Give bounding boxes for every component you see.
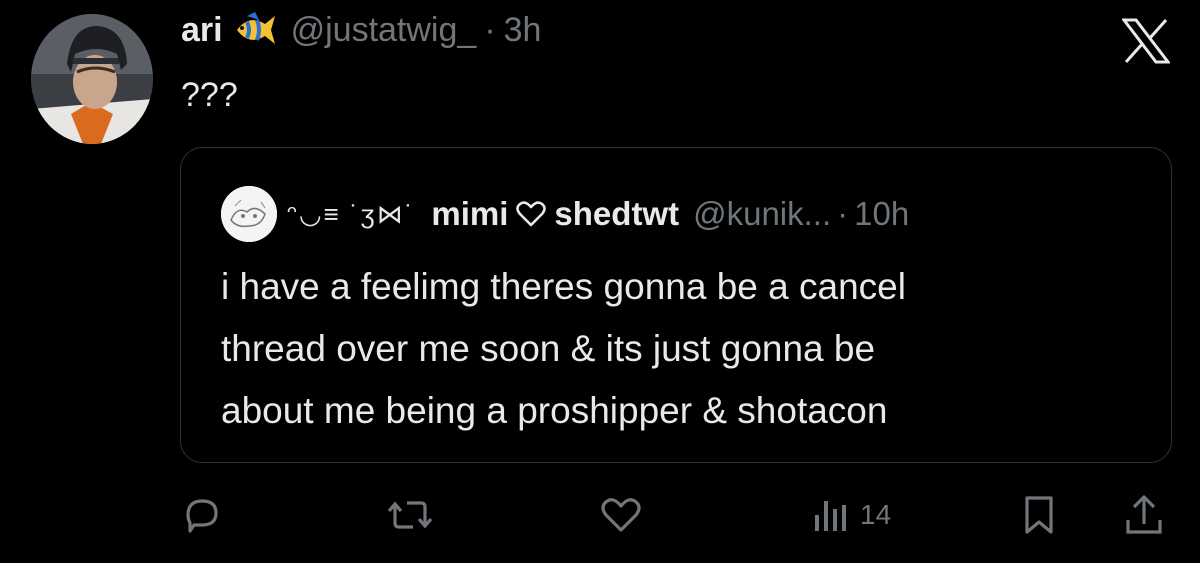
action-bar: 14: [0, 490, 1200, 540]
tweet-header: ari @justatwig_ · 3h: [181, 10, 541, 50]
reply-icon: [186, 499, 218, 533]
quoted-text-line: about me being a proshipper & shotacon: [221, 390, 888, 431]
tweet-text: ???: [181, 76, 238, 114]
author-name[interactable]: ari: [181, 11, 223, 50]
author-avatar[interactable]: [31, 14, 153, 144]
tweet-card: ari @justatwig_ · 3h ??? ᵔ◡≡ ˙ʒ⋈˙ mimi s…: [0, 0, 1200, 563]
quoted-author-handle[interactable]: @kunik...: [693, 195, 831, 233]
quoted-author-avatar[interactable]: [221, 186, 277, 242]
x-logo-icon[interactable]: [1120, 18, 1172, 64]
like-icon: [601, 498, 641, 532]
quoted-name-decoration: ᵔ◡≡ ˙ʒ⋈˙: [287, 198, 416, 229]
quoted-timestamp[interactable]: 10h: [854, 195, 909, 233]
author-handle[interactable]: @justatwig_: [291, 11, 477, 50]
like-button[interactable]: [598, 490, 644, 540]
quoted-separator: ·: [837, 195, 849, 232]
views-button[interactable]: 14: [812, 490, 891, 540]
bookmark-button[interactable]: [1020, 490, 1058, 540]
quoted-text: i have a feelimg theres gonna be a cance…: [221, 256, 1141, 442]
retweet-button[interactable]: [385, 490, 435, 540]
quoted-tweet[interactable]: ᵔ◡≡ ˙ʒ⋈˙ mimi shedtwt @kunik... · 10h i …: [180, 147, 1172, 463]
header-separator: ·: [484, 10, 496, 49]
tweet-timestamp[interactable]: 3h: [504, 11, 542, 50]
retweet-icon: [387, 501, 433, 529]
tropical-fish-icon: [233, 10, 277, 50]
reply-button[interactable]: [180, 490, 224, 540]
quoted-text-line: i have a feelimg theres gonna be a cance…: [221, 266, 906, 307]
share-icon: [1126, 495, 1162, 534]
heart-outline-icon: [516, 200, 547, 228]
quoted-text-line: thread over me soon & its just gonna be: [221, 328, 876, 369]
quoted-author-name-part1[interactable]: mimi: [431, 195, 508, 233]
bookmark-icon: [1025, 496, 1053, 534]
views-icon: [815, 501, 846, 531]
views-count: 14: [860, 499, 892, 530]
quoted-header: ᵔ◡≡ ˙ʒ⋈˙ mimi shedtwt @kunik... · 10h: [221, 186, 909, 242]
share-button[interactable]: [1124, 490, 1164, 540]
hockey-player-avatar: [31, 14, 153, 144]
quoted-author-name-part2[interactable]: shedtwt: [554, 195, 679, 233]
